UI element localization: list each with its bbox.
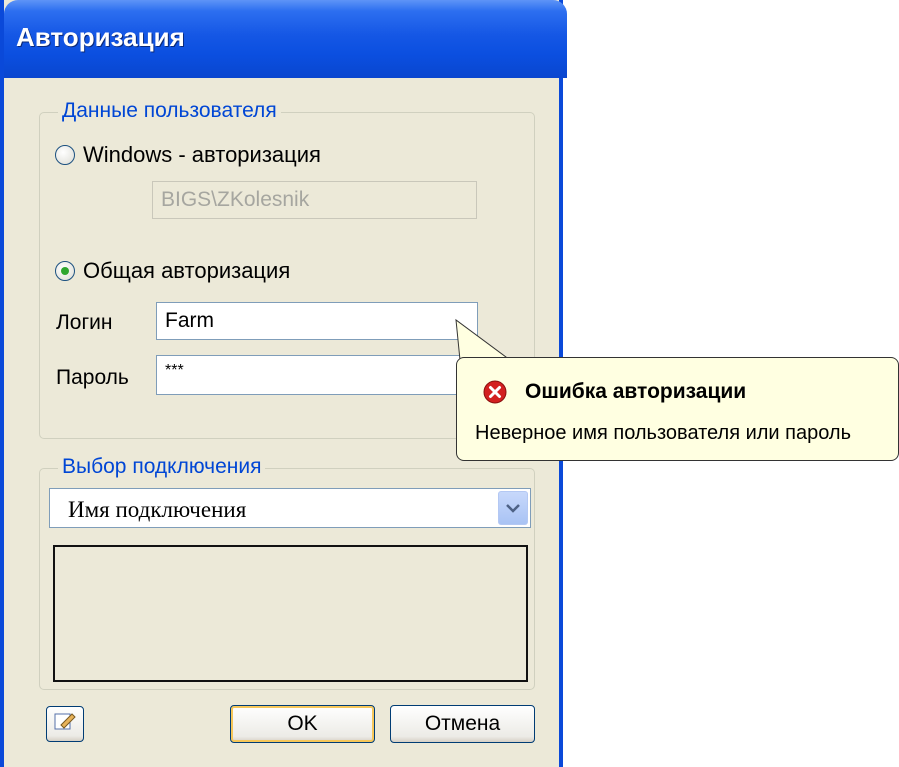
password-field[interactable]: ***: [156, 355, 478, 395]
tooltip-title: Ошибка авторизации: [525, 380, 747, 403]
window-title: Авторизация: [16, 22, 185, 52]
error-icon: [483, 380, 507, 404]
chevron-down-icon[interactable]: [498, 491, 528, 525]
common-auth-label: Общая авторизация: [83, 258, 291, 283]
user-data-legend: Данные пользователя: [58, 99, 281, 123]
error-tooltip: Ошибка авторизации Неверное имя пользова…: [456, 357, 899, 461]
cancel-label: Отмена: [424, 712, 501, 735]
windows-user-field: BIGS\ZKolesnik: [152, 181, 477, 219]
ok-button[interactable]: OK: [230, 705, 375, 743]
windows-user-value: BIGS\ZKolesnik: [161, 188, 310, 211]
windows-auth-option[interactable]: Windows - авторизация: [55, 142, 321, 168]
connection-select-value: Имя подключения: [68, 497, 247, 522]
tooltip-pointer: [455, 318, 512, 362]
password-label: Пароль: [56, 366, 129, 389]
common-auth-radio[interactable]: [55, 261, 75, 281]
title-bar[interactable]: Авторизация: [4, 0, 567, 78]
login-value: Farm: [165, 309, 214, 332]
login-field[interactable]: Farm: [156, 302, 478, 340]
password-value: ***: [165, 362, 184, 379]
connection-legend: Выбор подключения: [58, 455, 266, 479]
common-auth-option[interactable]: Общая авторизация: [55, 258, 290, 284]
login-label: Логин: [56, 311, 113, 334]
ok-label: OK: [287, 712, 318, 735]
tooltip-header: Ошибка авторизации: [483, 380, 746, 404]
windows-auth-radio[interactable]: [55, 145, 75, 165]
cancel-button[interactable]: Отмена: [390, 705, 535, 743]
edit-button[interactable]: [46, 706, 84, 742]
connection-select[interactable]: Имя подключения: [49, 488, 531, 528]
connection-list[interactable]: [53, 545, 528, 682]
windows-auth-label: Windows - авторизация: [83, 142, 321, 167]
edit-icon: [54, 711, 76, 737]
tooltip-message: Неверное имя пользователя или пароль: [475, 422, 851, 444]
